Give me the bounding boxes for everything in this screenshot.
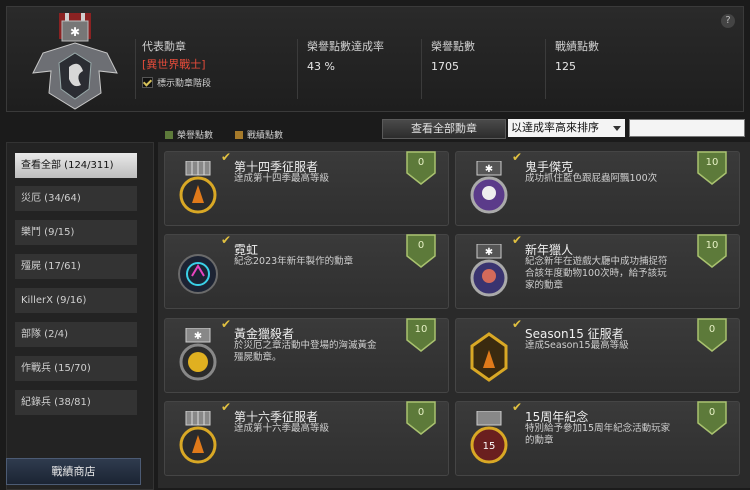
- svg-text:✱: ✱: [485, 164, 493, 175]
- medal-desc: 紀念2023年新年製作的勳章: [234, 256, 354, 267]
- medal-desc: 達成Season15最高等級: [525, 340, 629, 351]
- check-icon: ✔: [221, 233, 232, 247]
- medal-points-value: 0: [417, 240, 425, 251]
- medal-card[interactable]: ✱ ✔ 鬼手傑克 成功抓住藍色跟屁蟲阿飄100次 10: [455, 150, 740, 226]
- checkbox-checked-icon[interactable]: [142, 77, 153, 88]
- medal-card[interactable]: ✔ 霓虹 紀念2023年新年製作的勳章 0: [164, 233, 449, 309]
- svg-text:15: 15: [483, 441, 496, 452]
- completion-label: 榮譽點數達成率: [307, 40, 384, 53]
- medal-desc: 於災厄之章活動中登場的洶滅黃金殭屍勳章。: [234, 340, 377, 363]
- medal-points-value: 0: [708, 407, 716, 418]
- medal-card[interactable]: ✱ ✔ 黃金獵殺者 於災厄之章活動中登場的洶滅黃金殭屍勳章。 10: [164, 317, 449, 393]
- 15th-anniversary-medal-icon: 15: [470, 411, 508, 464]
- medal-card[interactable]: ✱ ✔ 新年獵人 紀念新年在遊戲大廳中成功捕捉符合該年度動物100次時，給予該玩…: [455, 233, 740, 309]
- record-value: 125: [555, 60, 576, 73]
- sidebar-item-calamity[interactable]: 災厄 (34/64): [15, 186, 137, 211]
- check-icon: ✔: [512, 233, 523, 247]
- category-sidebar: 查看全部 (124/311) 災厄 (34/64) 樂鬥 (9/15) 殭屍 (…: [6, 142, 154, 490]
- svg-text:✱: ✱: [70, 25, 80, 39]
- medal-desc: 達成第十四季最高等級: [234, 173, 330, 184]
- sidebar-item-record[interactable]: 紀錄兵 (38/81): [15, 390, 137, 415]
- legend-honor: 榮譽點數: [165, 128, 213, 141]
- divider: [135, 39, 136, 99]
- medal-points: 10: [697, 151, 727, 185]
- medal-desc: 達成第十六季最高等級: [234, 423, 330, 434]
- neon-medal-icon: [178, 254, 218, 294]
- sidebar-item-killerx[interactable]: KillerX (9/16): [15, 288, 137, 313]
- medal-card[interactable]: 15 ✔ 15周年紀念 特別給予參加15周年紀念活動玩家的勳章 0: [455, 400, 740, 476]
- chevron-down-icon: [613, 126, 621, 131]
- medal-points-value: 0: [417, 407, 425, 418]
- help-icon[interactable]: ?: [721, 14, 735, 28]
- gold-slayer-medal-icon: ✱: [179, 328, 217, 381]
- check-icon: ✔: [512, 317, 523, 331]
- honor-shield-icon: [406, 151, 436, 185]
- sort-select[interactable]: 以達成率高來排序: [508, 119, 625, 137]
- show-tier-checkbox[interactable]: 標示勳章階段: [142, 76, 211, 89]
- honor-label: 榮譽點數: [431, 40, 475, 53]
- ghost-jack-medal-icon: ✱: [470, 161, 508, 214]
- legend-honor-label: 榮譽點數: [177, 131, 214, 141]
- record-shop-button[interactable]: 戰績商店: [6, 458, 141, 485]
- completion-value: 43 %: [307, 60, 335, 73]
- sidebar-item-zombie[interactable]: 殭屍 (17/61): [15, 254, 137, 279]
- check-icon: ✔: [221, 317, 232, 331]
- medal-desc: 特別給予參加15周年紀念活動玩家的勳章: [525, 423, 671, 446]
- view-all-medals-button[interactable]: 查看全部勳章: [382, 119, 506, 139]
- divider: [297, 39, 298, 99]
- season-14-medal-icon: [179, 161, 217, 214]
- check-icon: ✔: [512, 150, 523, 164]
- completion-stat: 榮譽點數達成率 43 %: [307, 38, 384, 73]
- show-tier-label: 標示勳章階段: [157, 79, 212, 89]
- representative-medal-icon: ✱: [32, 13, 118, 110]
- honor-value: 1705: [431, 60, 459, 73]
- honor-stat: 榮譽點數 1705: [431, 38, 475, 73]
- svg-text:✱: ✱: [485, 247, 493, 258]
- check-icon: ✔: [512, 400, 523, 414]
- medal-points-value: 10: [705, 240, 719, 251]
- season-16-medal-icon: [179, 411, 217, 464]
- medal-points: 0: [697, 401, 727, 435]
- divider: [545, 39, 546, 99]
- record-shield-icon: [235, 130, 243, 139]
- medal-grid: ✔ 第十四季征服者 達成第十四季最高等級 0 ✱ ✔ 鬼手傑克 成功抓住藍色跟屁…: [158, 142, 750, 488]
- medal-points: 0: [697, 318, 727, 352]
- legend-record-label: 戰績點數: [247, 131, 284, 141]
- medal-points: 10: [697, 234, 727, 268]
- new-year-hunter-medal-icon: ✱: [470, 244, 508, 297]
- medal-points-value: 10: [705, 157, 719, 168]
- search-input[interactable]: [629, 119, 745, 137]
- representative-name: [異世界戰士]: [142, 58, 206, 71]
- sidebar-item-combat[interactable]: 作戰兵 (15/70): [15, 356, 137, 381]
- medal-points: 0: [406, 234, 436, 268]
- record-label: 戰績點數: [555, 40, 599, 53]
- sort-selected-label: 以達成率高來排序: [511, 121, 599, 134]
- check-icon: ✔: [221, 150, 232, 164]
- check-icon: ✔: [221, 400, 232, 414]
- sidebar-item-fun[interactable]: 樂鬥 (9/15): [15, 220, 137, 245]
- honor-shield-icon: [165, 130, 173, 139]
- profile-header: ? ✱ 代表勳章 [異世界戰士] 標示勳章階段 榮譽點數達成率 43 % 榮譽點…: [6, 6, 744, 112]
- legend-record: 戰績點數: [235, 128, 283, 141]
- representative-medal-block: 代表勳章 [異世界戰士] 標示勳章階段: [142, 38, 211, 89]
- sidebar-item-squad[interactable]: 部隊 (2/4): [15, 322, 137, 347]
- medal-desc: 成功抓住藍色跟屁蟲阿飄100次: [525, 173, 658, 184]
- medal-points: 10: [406, 318, 436, 352]
- representative-label: 代表勳章: [142, 40, 186, 53]
- medal-points-value: 10: [414, 324, 428, 335]
- medal-card[interactable]: ✔ Season15 征服者 達成Season15最高等級 0: [455, 317, 740, 393]
- sidebar-item-all[interactable]: 查看全部 (124/311): [15, 153, 137, 178]
- divider: [421, 39, 422, 99]
- medal-desc: 紀念新年在遊戲大廳中成功捕捉符合該年度動物100次時，給予該玩家的勳章: [525, 256, 668, 291]
- medal-card[interactable]: ✔ 第十四季征服者 達成第十四季最高等級 0: [164, 150, 449, 226]
- medal-points-value: 0: [708, 324, 716, 335]
- record-stat: 戰績點數 125: [555, 38, 599, 73]
- season-15-medal-icon: [470, 332, 508, 382]
- medal-card[interactable]: ✔ 第十六季征服者 達成第十六季最高等級 0: [164, 400, 449, 476]
- medal-points: 0: [406, 401, 436, 435]
- svg-text:✱: ✱: [194, 331, 202, 342]
